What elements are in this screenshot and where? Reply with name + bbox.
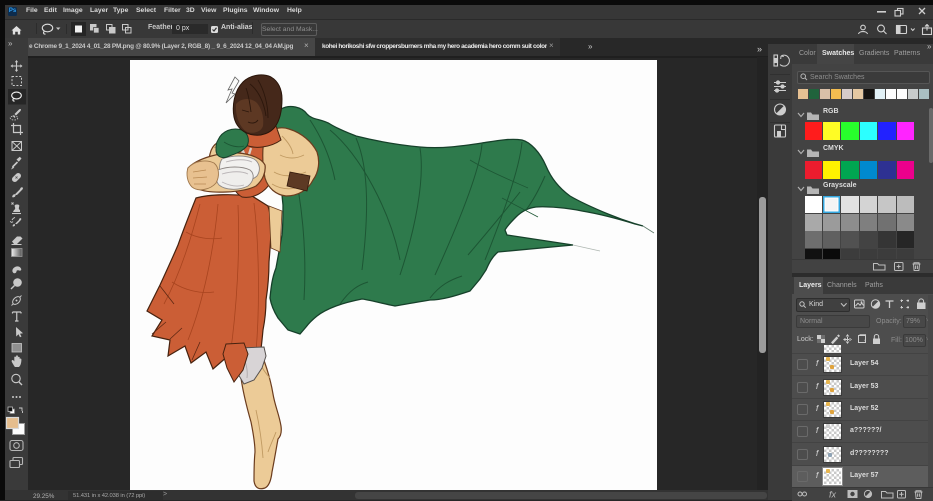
svg-text:fx: fx [829, 490, 837, 500]
